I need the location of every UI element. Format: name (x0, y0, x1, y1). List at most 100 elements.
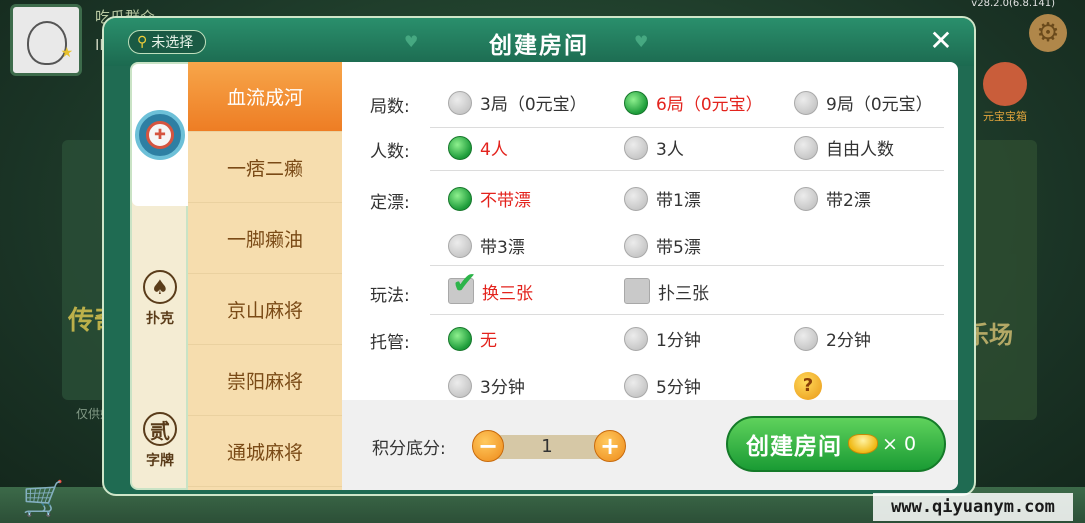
rounds-option-9[interactable]: 9局（0元宝） (794, 90, 933, 115)
spade-icon: ♠ (143, 270, 177, 304)
star-icon: ★ (60, 45, 73, 61)
option-label: 5分钟 (656, 378, 701, 398)
radio-button (448, 373, 472, 398)
players-option-3[interactable]: 3人 (624, 135, 684, 160)
majiang-tile-icon: ✚ (146, 121, 174, 149)
play-option-huansanzhang[interactable]: ✔ 换三张 (448, 269, 533, 304)
piao-option-none[interactable]: 不带漂 (448, 186, 531, 211)
dialog-footer: 积分底分: 1 − + 创建房间 × 0 (342, 400, 958, 490)
avatar[interactable]: ★ (10, 4, 82, 76)
check-icon: ✔ (452, 266, 478, 301)
trustee-label: 托管: (370, 333, 410, 353)
option-label: 换三张 (482, 283, 533, 304)
option-label: 不带漂 (480, 191, 531, 211)
radio-button (624, 373, 648, 398)
dialog-header: ⚲ 未选择 ♥ ♥ 创建房间 ✕ (104, 18, 974, 66)
play-label: 玩法: (370, 286, 410, 306)
watermark: www.qiyuanym.com (873, 493, 1073, 521)
option-label: 3分钟 (480, 378, 525, 398)
divider (430, 314, 944, 315)
treasure-box-button[interactable]: 元宝宝箱 (975, 62, 1035, 123)
game-item-chongyang[interactable]: 崇阳麻将 (188, 346, 342, 416)
option-label: 3人 (656, 140, 684, 160)
create-room-button[interactable]: 创建房间 × 0 (726, 416, 946, 472)
gear-icon[interactable]: ⚙ (1029, 14, 1067, 52)
radio-button (624, 135, 648, 160)
create-room-label: 创建房间 (746, 434, 842, 460)
tab-poker-label: 扑克 (146, 311, 174, 327)
divider (430, 170, 944, 171)
radio-button (624, 326, 648, 351)
option-label: 带2漂 (826, 191, 871, 211)
option-label: 无 (480, 331, 497, 351)
option-label: 带3漂 (480, 238, 525, 258)
plus-button[interactable]: + (594, 430, 626, 462)
game-item-jingshan[interactable]: 京山麻将 (188, 275, 342, 345)
version-label: v28.2.0(6.8.141) (971, 0, 1055, 9)
create-room-dialog: ⚲ 未选择 ♥ ♥ 创建房间 ✕ ✚ ♠ 扑克 贰 字牌 血流成河 一痞二癞 一… (102, 16, 976, 496)
option-label: 3局（0元宝） (480, 95, 587, 115)
divider (430, 265, 944, 266)
rounds-option-3[interactable]: 3局（0元宝） (448, 90, 587, 115)
treasure-label: 元宝宝箱 (983, 110, 1027, 123)
game-item-yipierlai[interactable]: 一痞二癞 (188, 133, 342, 203)
option-label: 自由人数 (826, 140, 894, 160)
tab-poker[interactable]: ♠ 扑克 (132, 244, 188, 354)
rounds-label: 局数: (370, 97, 410, 117)
radio-button (794, 90, 818, 115)
piao-option-3[interactable]: 带3漂 (448, 233, 525, 258)
category-tabs: ✚ ♠ 扑克 贰 字牌 (130, 62, 188, 490)
trustee-option-1min[interactable]: 1分钟 (624, 326, 701, 351)
trustee-option-3min[interactable]: 3分钟 (448, 373, 525, 398)
shop-cart-icon[interactable]: 🛒 (22, 479, 64, 519)
radio-button (448, 233, 472, 258)
option-label: 4人 (480, 140, 508, 160)
option-label: 6局（0元宝） (656, 95, 763, 115)
score-value: 1 (486, 435, 608, 459)
options-panel: 局数: 3局（0元宝） 6局（0元宝） 9局（0元宝） 人数: 4人 3人 自由… (342, 62, 958, 490)
help-icon[interactable]: ? (794, 372, 822, 400)
play-option-pusanzhang[interactable]: 扑三张 (624, 278, 709, 304)
game-item-tongcheng[interactable]: 通城麻将 (188, 417, 342, 487)
option-label: 扑三张 (658, 283, 709, 304)
option-label: 2分钟 (826, 331, 871, 351)
players-option-free[interactable]: 自由人数 (794, 135, 894, 160)
radio-button-selected (448, 135, 472, 160)
radio-button (794, 326, 818, 351)
game-item-yijiaolaiyou[interactable]: 一脚癞油 (188, 204, 342, 274)
tab-majiang[interactable]: ✚ (132, 64, 188, 206)
game-list: 血流成河 一痞二癞 一脚癞油 京山麻将 崇阳麻将 通城麻将 (188, 62, 342, 490)
option-label: 带5漂 (656, 238, 701, 258)
piao-option-5[interactable]: 带5漂 (624, 233, 701, 258)
piao-option-1[interactable]: 带1漂 (624, 186, 701, 211)
divider (430, 127, 944, 128)
option-label: 带1漂 (656, 191, 701, 211)
piao-option-2[interactable]: 带2漂 (794, 186, 871, 211)
trustee-option-none[interactable]: 无 (448, 326, 497, 351)
trustee-option-2min[interactable]: 2分钟 (794, 326, 871, 351)
zipai-icon: 贰 (143, 412, 177, 446)
close-button[interactable]: ✕ (926, 26, 956, 56)
radio-button (624, 233, 648, 258)
option-label: 1分钟 (656, 331, 701, 351)
minus-button[interactable]: − (472, 430, 504, 462)
piao-label: 定漂: (370, 193, 410, 213)
radio-button-selected (448, 186, 472, 211)
game-item-xueliuchenghe[interactable]: 血流成河 (188, 62, 342, 132)
radio-button-selected (448, 326, 472, 351)
trustee-option-5min[interactable]: 5分钟 (624, 373, 701, 398)
treasure-icon (983, 62, 1027, 106)
gold-ingot-icon (848, 434, 878, 454)
players-label: 人数: (370, 142, 410, 162)
radio-button-selected (624, 90, 648, 115)
tab-zipai[interactable]: 贰 字牌 (132, 386, 188, 496)
radio-button (448, 90, 472, 115)
create-cost: × 0 (882, 433, 917, 455)
tab-zipai-label: 字牌 (146, 453, 174, 469)
players-option-4[interactable]: 4人 (448, 135, 508, 160)
checkbox (624, 278, 650, 304)
radio-button (624, 186, 648, 211)
rounds-option-6[interactable]: 6局（0元宝） (624, 90, 763, 115)
dialog-title: 创建房间 (489, 33, 589, 59)
option-label: 9局（0元宝） (826, 95, 933, 115)
